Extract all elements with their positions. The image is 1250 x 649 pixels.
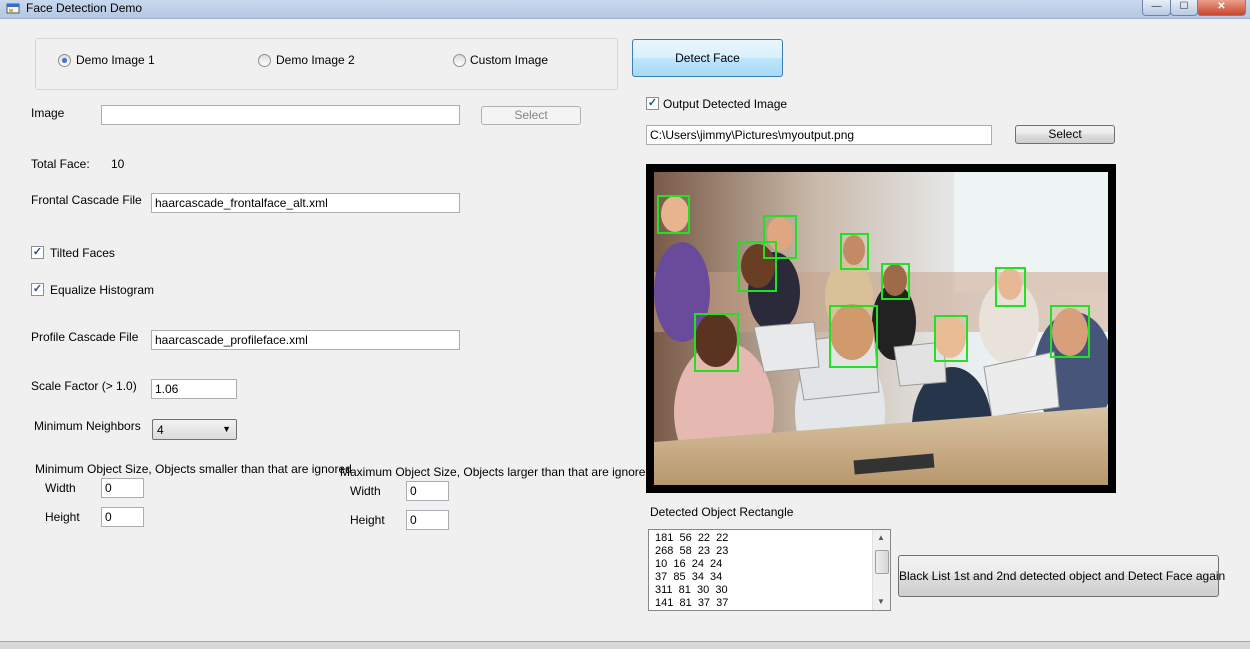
image-source-group: Demo Image 1 Demo Image 2 Custom Image	[35, 38, 618, 90]
title-bar: Face Detection Demo — ☐ ✕	[0, 0, 1250, 19]
tilted-faces-checkbox[interactable]: ✓	[31, 246, 44, 259]
output-path-input[interactable]: C:\Users\jimmy\Pictures\myoutput.png	[646, 125, 992, 145]
min-width-label: Width	[45, 481, 76, 495]
equalize-histogram-label[interactable]: Equalize Histogram	[50, 283, 154, 297]
radio-demo-image-1[interactable]	[58, 54, 71, 67]
maximize-button[interactable]: ☐	[1170, 0, 1198, 16]
total-face-value: 10	[111, 157, 125, 171]
window-title: Face Detection Demo	[26, 1, 143, 15]
output-image-checkbox[interactable]: ✓	[646, 97, 659, 110]
scroll-thumb[interactable]	[875, 550, 889, 574]
profile-cascade-label: Profile Cascade File	[31, 330, 139, 344]
scroll-up-icon[interactable]: ▲	[877, 533, 885, 542]
profile-cascade-input[interactable]: haarcascade_profileface.xml	[151, 330, 460, 350]
image-select-button[interactable]: Select	[481, 106, 581, 125]
radio-demo-image-1-label[interactable]: Demo Image 1	[76, 53, 155, 67]
detected-rect-label: Detected Object Rectangle	[650, 505, 794, 519]
frontal-cascade-label: Frontal Cascade File	[31, 193, 142, 207]
scale-factor-label: Scale Factor (> 1.0)	[31, 379, 137, 393]
max-height-label: Height	[350, 513, 385, 527]
output-image-label[interactable]: Output Detected Image	[663, 97, 787, 111]
total-face-label: Total Face:	[31, 157, 90, 171]
chevron-down-icon: ▼	[222, 424, 231, 434]
equalize-histogram-checkbox[interactable]: ✓	[31, 283, 44, 296]
radio-demo-image-2[interactable]	[258, 54, 271, 67]
image-path-input[interactable]	[101, 105, 460, 125]
max-width-input[interactable]: 0	[406, 481, 449, 501]
detect-face-button[interactable]: Detect Face	[632, 39, 783, 77]
output-select-button[interactable]: Select	[1015, 125, 1115, 144]
radio-custom-image[interactable]	[453, 54, 466, 67]
list-item[interactable]: 268 58 23 23	[655, 545, 728, 558]
radio-custom-image-label[interactable]: Custom Image	[470, 53, 548, 67]
tilted-faces-label[interactable]: Tilted Faces	[50, 246, 115, 260]
image-label: Image	[31, 106, 65, 120]
scale-factor-input[interactable]: 1.06	[151, 379, 237, 399]
list-item[interactable]: 10 16 24 24	[655, 558, 722, 571]
scroll-down-icon[interactable]: ▼	[877, 597, 885, 606]
max-height-input[interactable]: 0	[406, 510, 449, 530]
list-item[interactable]: 311 81 30 30	[655, 584, 728, 597]
radio-demo-image-2-label[interactable]: Demo Image 2	[276, 53, 355, 67]
minimize-button[interactable]: —	[1142, 0, 1171, 16]
list-item[interactable]: 181 56 22 22	[655, 532, 728, 545]
max-size-caption: Maximum Object Size, Objects larger than…	[340, 465, 653, 479]
blacklist-detect-button[interactable]: Black List 1st and 2nd detected object a…	[898, 555, 1225, 597]
close-button[interactable]: ✕	[1197, 0, 1246, 16]
classroom-photo	[654, 172, 1108, 485]
detected-image-frame	[646, 164, 1116, 493]
frontal-cascade-input[interactable]: haarcascade_frontalface_alt.xml	[151, 193, 460, 213]
max-width-label: Width	[350, 484, 381, 498]
min-width-input[interactable]: 0	[101, 478, 144, 498]
list-item[interactable]: 37 85 34 34	[655, 571, 722, 584]
min-height-label: Height	[45, 510, 80, 524]
min-size-caption: Minimum Object Size, Objects smaller tha…	[35, 462, 352, 476]
min-neighbors-dropdown[interactable]: 4 ▼	[152, 419, 237, 440]
min-height-input[interactable]: 0	[101, 507, 144, 527]
min-neighbors-value: 4	[157, 423, 164, 437]
app-icon	[6, 3, 20, 14]
list-scrollbar[interactable]: ▲ ▼	[872, 530, 890, 610]
detected-rect-list[interactable]: 181 56 22 22 268 58 23 23 10 16 24 24 37…	[648, 529, 891, 611]
list-item[interactable]: 141 81 37 37	[655, 597, 728, 610]
min-neighbors-label: Minimum Neighbors	[34, 419, 141, 433]
